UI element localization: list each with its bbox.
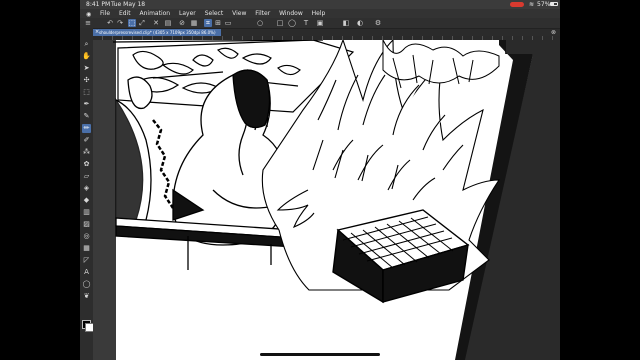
menu-animation[interactable]: Animation [140, 9, 171, 18]
rect-icon[interactable]: □ [276, 19, 284, 27]
fill-icon[interactable]: ◆ [82, 196, 91, 205]
ellipse-icon[interactable]: ◯ [288, 19, 296, 27]
move-icon[interactable]: ✋ [82, 52, 91, 61]
screen-recording-indicator [510, 2, 524, 7]
canvas-area[interactable] [93, 40, 560, 360]
snap-icon[interactable]: ⌗ [204, 19, 212, 27]
battery-percent: 57% [537, 1, 551, 8]
command-bar: ≡ ↶ ↷ ⬚ ⤢ ✕ ▤ ⊘ ▦ ⌗ ⊞ ▭ ○ □ ◯ T ▣ ◧ ◐ ⚙ [80, 18, 560, 29]
document-tab-title: shoulderpressrevised.clip* (4305 x 7109p… [99, 30, 216, 35]
ruler-icon[interactable]: ▦ [82, 244, 91, 253]
artwork-canvas[interactable] [93, 40, 560, 360]
tool-palette: ⌕ ✋ ➤ ✣ ⬚ ✒ ✎ ✏ ✐ ⁂ ✿ ▱ ◈ ◆ ▥ ▨ ◎ ▦ ◸ A … [80, 28, 94, 360]
text-icon[interactable]: T [302, 19, 310, 27]
menu-view[interactable]: View [232, 9, 246, 18]
menu-icon[interactable]: ≡ [84, 19, 92, 27]
gradient-icon[interactable]: ▥ [82, 208, 91, 217]
menu-file[interactable]: File [100, 9, 110, 18]
close-icon[interactable]: × [95, 29, 99, 36]
menu-edit[interactable]: Edit [119, 9, 131, 18]
smudge-icon[interactable]: ❦ [82, 292, 91, 301]
clip-studio-app: 8:41 PM Tue May 18 ≋ 57% ◉ File Edit Ani… [80, 0, 560, 360]
palette-icon[interactable]: ◐ [356, 19, 364, 27]
redo-icon[interactable]: ↷ [116, 19, 124, 27]
correct-line-icon[interactable]: ◸ [82, 256, 91, 265]
menu-filter[interactable]: Filter [255, 9, 270, 18]
status-date: Tue May 18 [111, 1, 146, 8]
fill-icon[interactable]: ▤ [164, 19, 172, 27]
frame-icon[interactable]: ◎ [82, 232, 91, 241]
zoom-icon[interactable]: ⌕ [82, 40, 91, 49]
brush-icon[interactable]: ✐ [82, 136, 91, 145]
settings-icon[interactable]: ⚙ [374, 19, 382, 27]
lasso-icon[interactable]: ✣ [82, 76, 91, 85]
pen-icon[interactable]: ✎ [82, 112, 91, 121]
circle-icon[interactable]: ○ [256, 19, 264, 27]
eraser-icon[interactable]: ▱ [82, 172, 91, 181]
document-tab[interactable]: × shoulderpressrevised.clip* (4305 x 710… [93, 29, 221, 36]
operation-icon[interactable]: ➤ [82, 64, 91, 73]
undo-icon[interactable]: ↶ [106, 19, 114, 27]
wifi-icon: ≋ [529, 1, 535, 8]
eyedropper-icon[interactable]: ✒ [82, 100, 91, 109]
status-time: 8:41 PM [86, 1, 111, 8]
battery-icon [550, 2, 558, 6]
grid-icon[interactable]: ⊞ [214, 19, 222, 27]
clear-icon[interactable]: ✕ [152, 19, 160, 27]
menu-select[interactable]: Select [205, 9, 224, 18]
select-icon[interactable]: ⬚ [82, 88, 91, 97]
lasso-icon[interactable]: ⊘ [178, 19, 186, 27]
home-indicator[interactable] [260, 353, 380, 356]
layer-icon[interactable]: ◧ [342, 19, 350, 27]
menu-window[interactable]: Window [279, 9, 303, 18]
text-icon[interactable]: A [82, 268, 91, 277]
menu-layer[interactable]: Layer [179, 9, 196, 18]
guide-icon[interactable]: ▭ [224, 19, 232, 27]
pencil-icon[interactable]: ✏ [82, 124, 91, 133]
select-icon[interactable]: ⬚ [128, 19, 136, 27]
document-tab-bar: × shoulderpressrevised.clip* (4305 x 710… [93, 29, 560, 36]
menu-help[interactable]: Help [312, 9, 326, 18]
menu-bar: ◉ File Edit Animation Layer Select View … [80, 9, 560, 18]
letterbox-left [0, 0, 80, 360]
close-tab-bar-icon[interactable]: ⊗ [551, 29, 556, 36]
blend-icon[interactable]: ◈ [82, 184, 91, 193]
airbrush-icon[interactable]: ⁂ [82, 148, 91, 157]
ruler-icon[interactable]: ▦ [190, 19, 198, 27]
balloon-icon[interactable]: ◯ [82, 280, 91, 289]
figure-icon[interactable]: ▨ [82, 220, 91, 229]
decoration-icon[interactable]: ✿ [82, 160, 91, 169]
ios-status-bar: 8:41 PM Tue May 18 ≋ 57% [80, 0, 560, 9]
letterbox-right [560, 0, 640, 360]
image-icon[interactable]: ▣ [316, 19, 324, 27]
transform-icon[interactable]: ⤢ [138, 19, 146, 27]
